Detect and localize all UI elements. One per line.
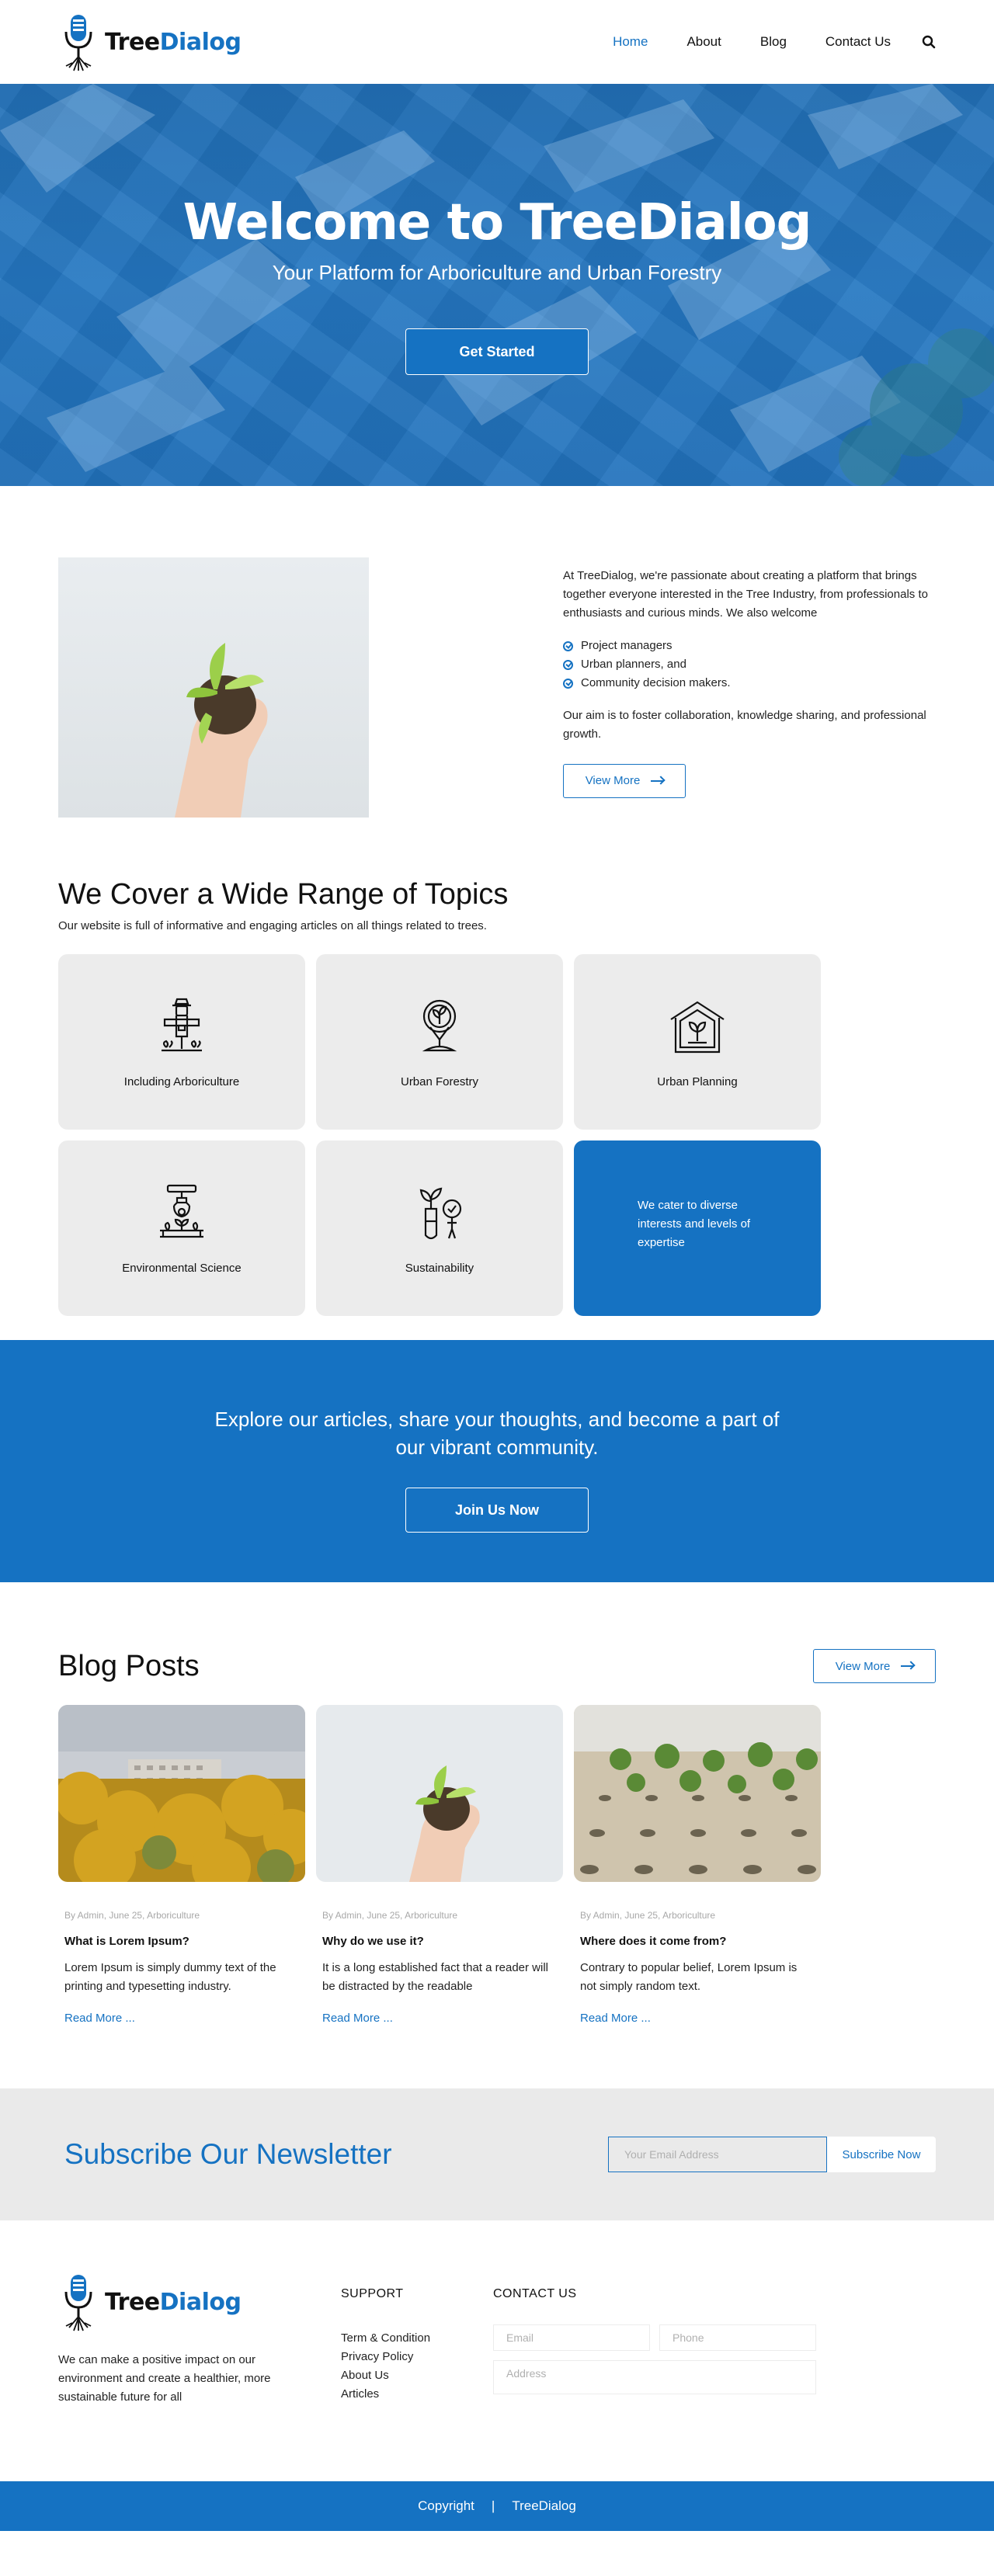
hand-seedling-image <box>316 1705 563 1882</box>
nav-about[interactable]: About <box>686 34 721 50</box>
topic-card-urban-planning[interactable]: Urban Planning <box>574 954 821 1130</box>
join-us-button[interactable]: Join Us Now <box>405 1488 589 1533</box>
footer-about: We can make a positive impact on our env… <box>58 2353 271 2404</box>
main-nav: Home About Blog Contact Us <box>574 34 936 50</box>
post-meta: By Admin, June 25, Arboriculture <box>580 1910 716 1921</box>
nav-contact[interactable]: Contact Us <box>825 34 891 50</box>
copyright-separator: | <box>491 2498 495 2513</box>
topic-card-urban-forestry[interactable]: Urban Forestry <box>316 954 563 1130</box>
scarecrow-icon <box>162 998 202 1051</box>
newsletter-section: Subscribe Our Newsletter Your Email Addr… <box>0 2088 994 2220</box>
newsletter-form: Your Email Address Subscribe Now <box>608 2137 936 2172</box>
topics-title: We Cover a Wide Range of Topics <box>58 878 509 911</box>
list-item: Community decision makers. <box>563 674 936 693</box>
phone-field[interactable]: Phone <box>659 2324 816 2351</box>
post-title[interactable]: What is Lorem Ipsum? <box>64 1935 299 1948</box>
logo-text: TreeDialog <box>105 2288 242 2316</box>
post-title[interactable]: Why do we use it? <box>322 1935 557 1948</box>
about-view-more-button[interactable]: View More <box>563 764 686 798</box>
logo[interactable]: TreeDialog <box>58 12 242 72</box>
arrow-right-icon <box>651 780 664 782</box>
site-header: TreeDialog Home About Blog Contact Us <box>0 0 994 84</box>
topics-subtitle: Our website is full of informative and e… <box>58 919 487 932</box>
community-cta: Explore our articles, share your thought… <box>0 1340 994 1582</box>
footer-link-privacy[interactable]: Privacy Policy <box>341 2348 493 2366</box>
footer-link-about[interactable]: About Us <box>341 2366 493 2385</box>
logo-text: TreeDialog <box>105 28 242 56</box>
read-more-link[interactable]: Read More ... <box>322 2012 393 2025</box>
email-field[interactable]: Email <box>493 2324 650 2351</box>
arrow-right-icon <box>901 1665 914 1667</box>
greenhouse-seedlings-image <box>574 1705 821 1882</box>
footer-logo[interactable]: TreeDialog <box>58 2272 341 2332</box>
blog-post-card[interactable]: By Admin, June 25, Arboriculture Where d… <box>574 1705 821 2026</box>
search-icon[interactable] <box>922 35 936 49</box>
contact-form: Email Phone Address <box>493 2324 819 2394</box>
blog-view-more-button[interactable]: View More <box>813 1649 936 1683</box>
check-circle-icon <box>563 678 573 689</box>
read-more-link[interactable]: Read More ... <box>64 2012 135 2025</box>
topic-card-expertise: We cater to diverse interests and levels… <box>574 1140 821 1316</box>
check-circle-icon <box>563 641 573 651</box>
about-intro: At TreeDialog, we're passionate about cr… <box>563 569 928 620</box>
nav-blog[interactable]: Blog <box>760 34 787 50</box>
hero: Welcome to TreeDialog Your Platform for … <box>0 84 994 486</box>
copyright-bar: Copyright | TreeDialog <box>0 2481 994 2531</box>
about-aim: Our aim is to foster collaboration, know… <box>563 709 926 741</box>
post-meta: By Admin, June 25, Arboriculture <box>64 1910 200 1921</box>
blog-title: Blog Posts <box>58 1649 200 1682</box>
blog-post-card[interactable]: By Admin, June 25, Arboriculture Why do … <box>316 1705 563 2026</box>
read-more-link[interactable]: Read More ... <box>580 2012 651 2025</box>
nav-home[interactable]: Home <box>613 34 648 50</box>
about-section: At TreeDialog, we're passionate about cr… <box>0 486 994 1340</box>
newsletter-email-input[interactable]: Your Email Address <box>608 2137 827 2172</box>
check-circle-icon <box>563 659 573 670</box>
post-title[interactable]: Where does it come from? <box>580 1935 815 1948</box>
post-excerpt: It is a long established fact that a rea… <box>322 1961 548 1993</box>
cta-text: Explore our articles, share your thought… <box>214 1408 780 1459</box>
audience-list: Project managers Urban planners, and Com… <box>563 637 936 693</box>
microphone-tree-logo-icon <box>64 15 92 71</box>
test-tube-plant-icon <box>419 1187 462 1239</box>
autumn-city-image <box>58 1705 305 1882</box>
topics-section: We Cover a Wide Range of Topics Our webs… <box>58 878 936 1316</box>
blog-post-card[interactable]: By Admin, June 25, Arboriculture What is… <box>58 1705 305 2026</box>
address-field[interactable]: Address <box>493 2360 816 2394</box>
blog-section: Blog Posts View More By Admin, June 25, … <box>0 1582 994 2088</box>
copyright-brand: TreeDialog <box>512 2498 576 2513</box>
list-item: Project managers <box>563 637 936 655</box>
support-links: Term & Condition Privacy Policy About Us… <box>341 2329 493 2404</box>
microphone-tree-logo-icon <box>64 2275 92 2331</box>
topic-card-sustainability[interactable]: Sustainability <box>316 1140 563 1316</box>
location-plant-icon <box>422 999 457 1051</box>
get-started-button[interactable]: Get Started <box>405 328 589 375</box>
greenhouse-icon <box>670 1001 725 1053</box>
hero-subtitle: Your Platform for Arboriculture and Urba… <box>272 261 722 284</box>
topic-card-arboriculture[interactable]: Including Arboriculture <box>58 954 305 1130</box>
topic-card-environmental-science[interactable]: Environmental Science <box>58 1140 305 1316</box>
subscribe-button[interactable]: Subscribe Now <box>827 2137 936 2172</box>
support-heading: SUPPORT <box>341 2287 404 2300</box>
post-excerpt: Contrary to popular belief, Lorem Ipsum … <box>580 1961 798 1993</box>
hand-seedling-image <box>58 557 369 818</box>
robot-arm-plant-icon <box>160 1184 203 1238</box>
newsletter-title: Subscribe Our Newsletter <box>64 2138 392 2170</box>
post-excerpt: Lorem Ipsum is simply dummy text of the … <box>64 1961 276 1993</box>
post-meta: By Admin, June 25, Arboriculture <box>322 1910 458 1921</box>
site-footer: TreeDialog We can make a positive impact… <box>0 2220 994 2481</box>
footer-link-articles[interactable]: Articles <box>341 2385 493 2404</box>
hero-title: Welcome to TreeDialog <box>182 194 812 252</box>
footer-link-terms[interactable]: Term & Condition <box>341 2329 493 2348</box>
copyright-label: Copyright <box>418 2498 474 2513</box>
contact-heading: CONTACT US <box>493 2287 577 2300</box>
list-item: Urban planners, and <box>563 655 936 674</box>
